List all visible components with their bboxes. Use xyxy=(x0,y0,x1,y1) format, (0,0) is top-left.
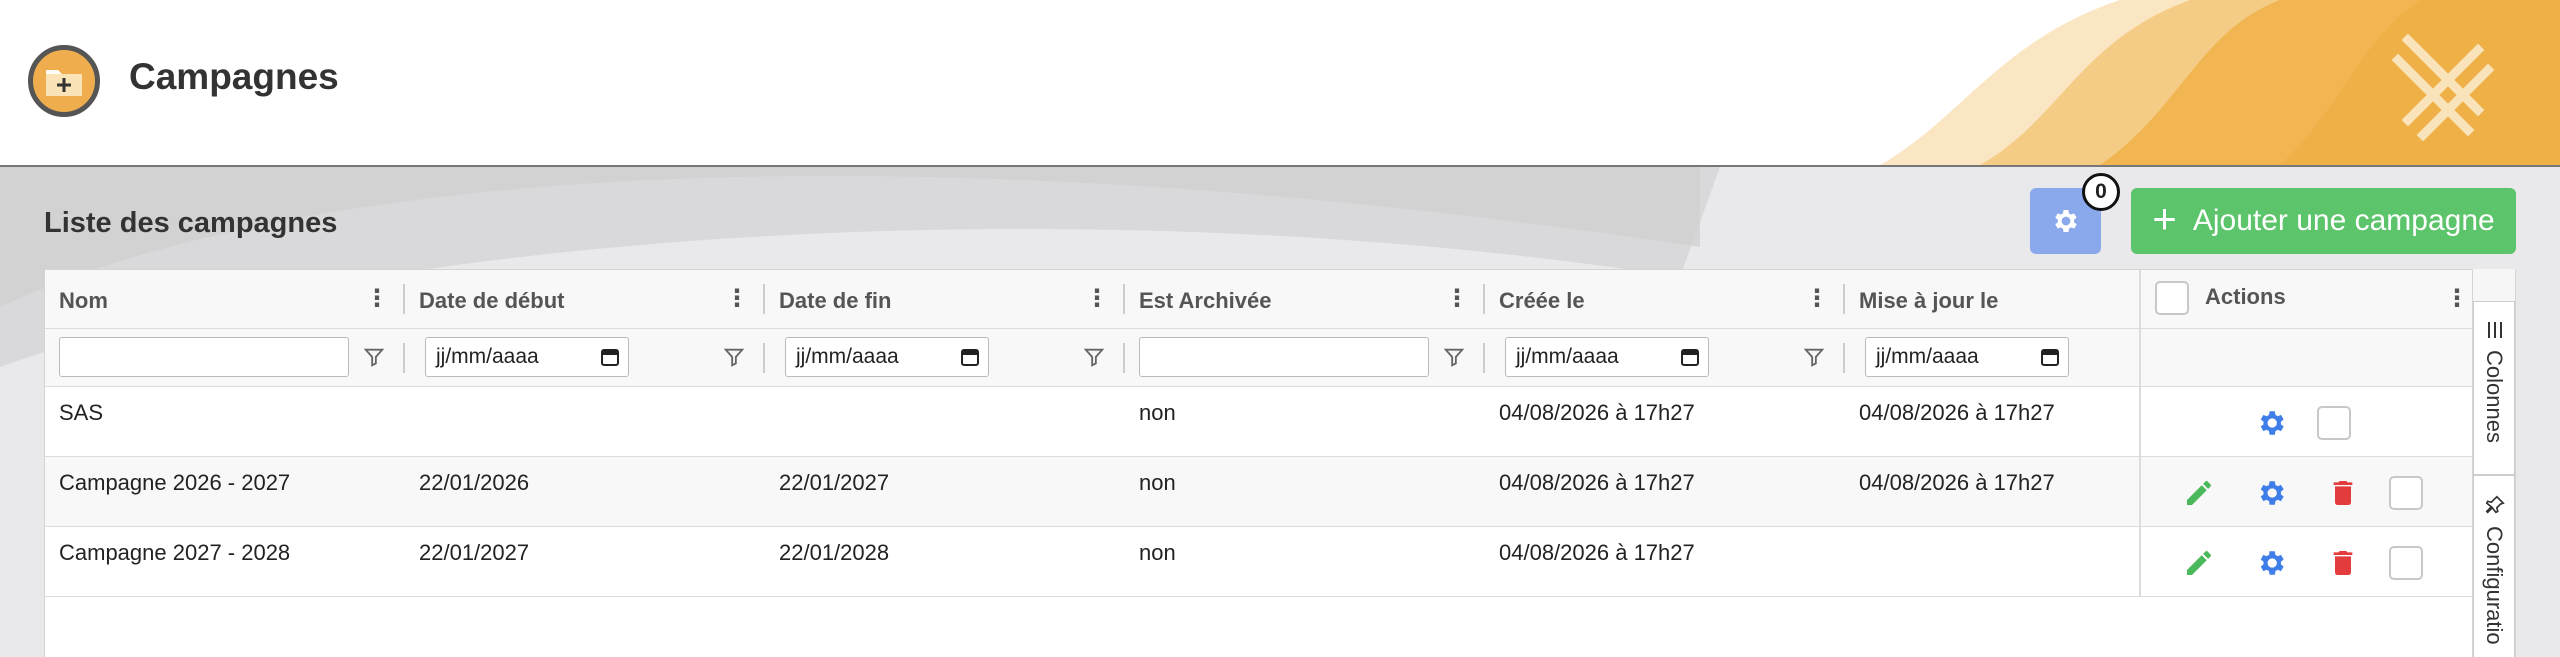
plus-icon: + xyxy=(2152,195,2177,242)
column-menu-icon[interactable]: ⋮ xyxy=(725,284,749,313)
date-placeholder: jj/mm/aaaa xyxy=(1876,345,1979,368)
date-placeholder: jj/mm/aaaa xyxy=(796,345,899,368)
row-select-checkbox[interactable] xyxy=(2389,546,2423,580)
cell-creee-le: 04/08/2026 à 17h27 xyxy=(1499,470,1695,495)
filter-icon[interactable] xyxy=(1443,346,1465,368)
filter-icon[interactable] xyxy=(1803,346,1825,368)
column-label: Nom xyxy=(59,288,108,313)
gear-icon[interactable] xyxy=(2255,477,2287,509)
app-header: Campagnes xyxy=(0,0,2560,167)
filter-icon[interactable] xyxy=(363,346,385,368)
column-label: Est Archivée xyxy=(1139,288,1272,313)
cell-date-debut: 22/01/2026 xyxy=(419,470,530,495)
add-campaign-label: Ajouter une campagne xyxy=(2192,204,2495,237)
calendar-icon[interactable] xyxy=(960,347,980,367)
trash-icon[interactable] xyxy=(2327,477,2359,509)
grid-filter-row: jj/mm/aaaa jj/mm/aaaa jj/mm/aaaa jj/mm/a… xyxy=(45,329,2515,387)
cell-est-archivee: non xyxy=(1139,400,1176,425)
page-title: Campagnes xyxy=(129,56,339,97)
cell-date-fin: 22/01/2028 xyxy=(779,540,890,565)
tab-label: Colonnes xyxy=(2482,350,2507,443)
column-header-mise-a-jour[interactable]: Mise à jour le xyxy=(1845,270,2139,328)
calendar-icon[interactable] xyxy=(1680,347,1700,367)
table-row[interactable]: Campagne 2026 - 2027 22/01/2026 22/01/20… xyxy=(45,457,2515,527)
filter-icon[interactable] xyxy=(723,346,745,368)
row-select-checkbox[interactable] xyxy=(2389,476,2423,510)
list-title: Liste des campagnes xyxy=(44,207,338,239)
cell-mise-a-jour: 04/08/2026 à 17h27 xyxy=(1859,400,2055,425)
column-header-date-fin[interactable]: Date de fin ⋮ xyxy=(765,270,1125,328)
brand-logo-icon xyxy=(2391,33,2495,142)
column-label: Mise à jour le xyxy=(1859,288,1999,313)
filter-date-debut-input[interactable]: jj/mm/aaaa xyxy=(425,337,629,377)
column-menu-icon[interactable]: ⋮ xyxy=(1445,284,1469,313)
gear-icon[interactable] xyxy=(2255,547,2287,579)
cell-mise-a-jour: 04/08/2026 à 17h27 xyxy=(1859,470,2055,495)
settings-count-badge: 0 xyxy=(2082,173,2120,211)
grid-header-row: Nom ⋮ Date de début ⋮ Date de fin ⋮ Est … xyxy=(45,270,2515,329)
column-menu-icon[interactable]: ⋮ xyxy=(1805,284,1829,313)
trash-icon[interactable] xyxy=(2327,547,2359,579)
pin-icon xyxy=(2485,495,2505,514)
gear-icon xyxy=(2054,210,2077,232)
calendar-icon[interactable] xyxy=(2040,347,2060,367)
main-content: Liste des campagnes 0 + Ajouter une camp… xyxy=(0,167,2560,657)
date-placeholder: jj/mm/aaaa xyxy=(436,345,539,368)
cell-nom: Campagne 2026 - 2027 xyxy=(59,470,291,495)
filter-mise-a-jour-input[interactable]: jj/mm/aaaa xyxy=(1865,337,2069,377)
column-menu-icon[interactable]: ⋮ xyxy=(2445,284,2469,313)
folder-plus-icon xyxy=(28,45,100,117)
filter-est-archivee-input[interactable] xyxy=(1139,337,1429,377)
column-header-nom[interactable]: Nom ⋮ xyxy=(45,270,405,328)
column-header-est-archivee[interactable]: Est Archivée ⋮ xyxy=(1125,270,1485,328)
cell-creee-le: 04/08/2026 à 17h27 xyxy=(1499,540,1695,565)
cell-date-fin: 22/01/2027 xyxy=(779,470,890,495)
table-row[interactable]: Campagne 2027 - 2028 22/01/2027 22/01/20… xyxy=(45,527,2515,597)
filter-nom-input[interactable] xyxy=(59,337,349,377)
column-label: Date de début xyxy=(419,288,565,313)
calendar-icon[interactable] xyxy=(600,347,620,367)
column-menu-icon[interactable]: ⋮ xyxy=(365,284,389,313)
column-header-actions: Actions ⋮ xyxy=(2141,270,2471,328)
filter-creee-le-input[interactable]: jj/mm/aaaa xyxy=(1505,337,1709,377)
cell-creee-le: 04/08/2026 à 17h27 xyxy=(1499,400,1695,425)
cell-nom: SAS xyxy=(59,400,104,425)
filter-icon[interactable] xyxy=(1083,346,1105,368)
table-row[interactable]: SAS non 04/08/2026 à 17h27 04/08/2026 à … xyxy=(45,387,2515,457)
column-label: Date de fin xyxy=(779,288,892,313)
columns-icon xyxy=(2488,322,2502,338)
add-campaign-button[interactable]: + Ajouter une campagne xyxy=(2131,188,2516,254)
cell-nom: Campagne 2027 - 2028 xyxy=(59,540,291,565)
edit-pencil-icon[interactable] xyxy=(2183,477,2215,509)
tab-label: Configuratio xyxy=(2482,526,2507,645)
date-placeholder: jj/mm/aaaa xyxy=(1516,345,1619,368)
gear-icon[interactable] xyxy=(2255,407,2287,439)
campaigns-grid: Nom ⋮ Date de début ⋮ Date de fin ⋮ Est … xyxy=(44,269,2516,657)
tab-colonnes[interactable]: Colonnes xyxy=(2473,301,2515,475)
column-label: Créée le xyxy=(1499,288,1585,313)
grid-side-bar: Colonnes Configuratio xyxy=(2472,269,2515,657)
edit-pencil-icon[interactable] xyxy=(2183,547,2215,579)
column-header-date-debut[interactable]: Date de début ⋮ xyxy=(405,270,765,328)
cell-est-archivee: non xyxy=(1139,470,1176,495)
column-label: Actions xyxy=(2205,284,2286,309)
row-select-checkbox[interactable] xyxy=(2317,406,2351,440)
tab-configuration[interactable]: Configuratio xyxy=(2473,475,2515,657)
cell-est-archivee: non xyxy=(1139,540,1176,565)
select-all-checkbox[interactable] xyxy=(2155,281,2189,315)
cell-date-debut: 22/01/2027 xyxy=(419,540,530,565)
column-header-creee-le[interactable]: Créée le ⋮ xyxy=(1485,270,1845,328)
filter-date-fin-input[interactable]: jj/mm/aaaa xyxy=(785,337,989,377)
column-menu-icon[interactable]: ⋮ xyxy=(1085,284,1109,313)
